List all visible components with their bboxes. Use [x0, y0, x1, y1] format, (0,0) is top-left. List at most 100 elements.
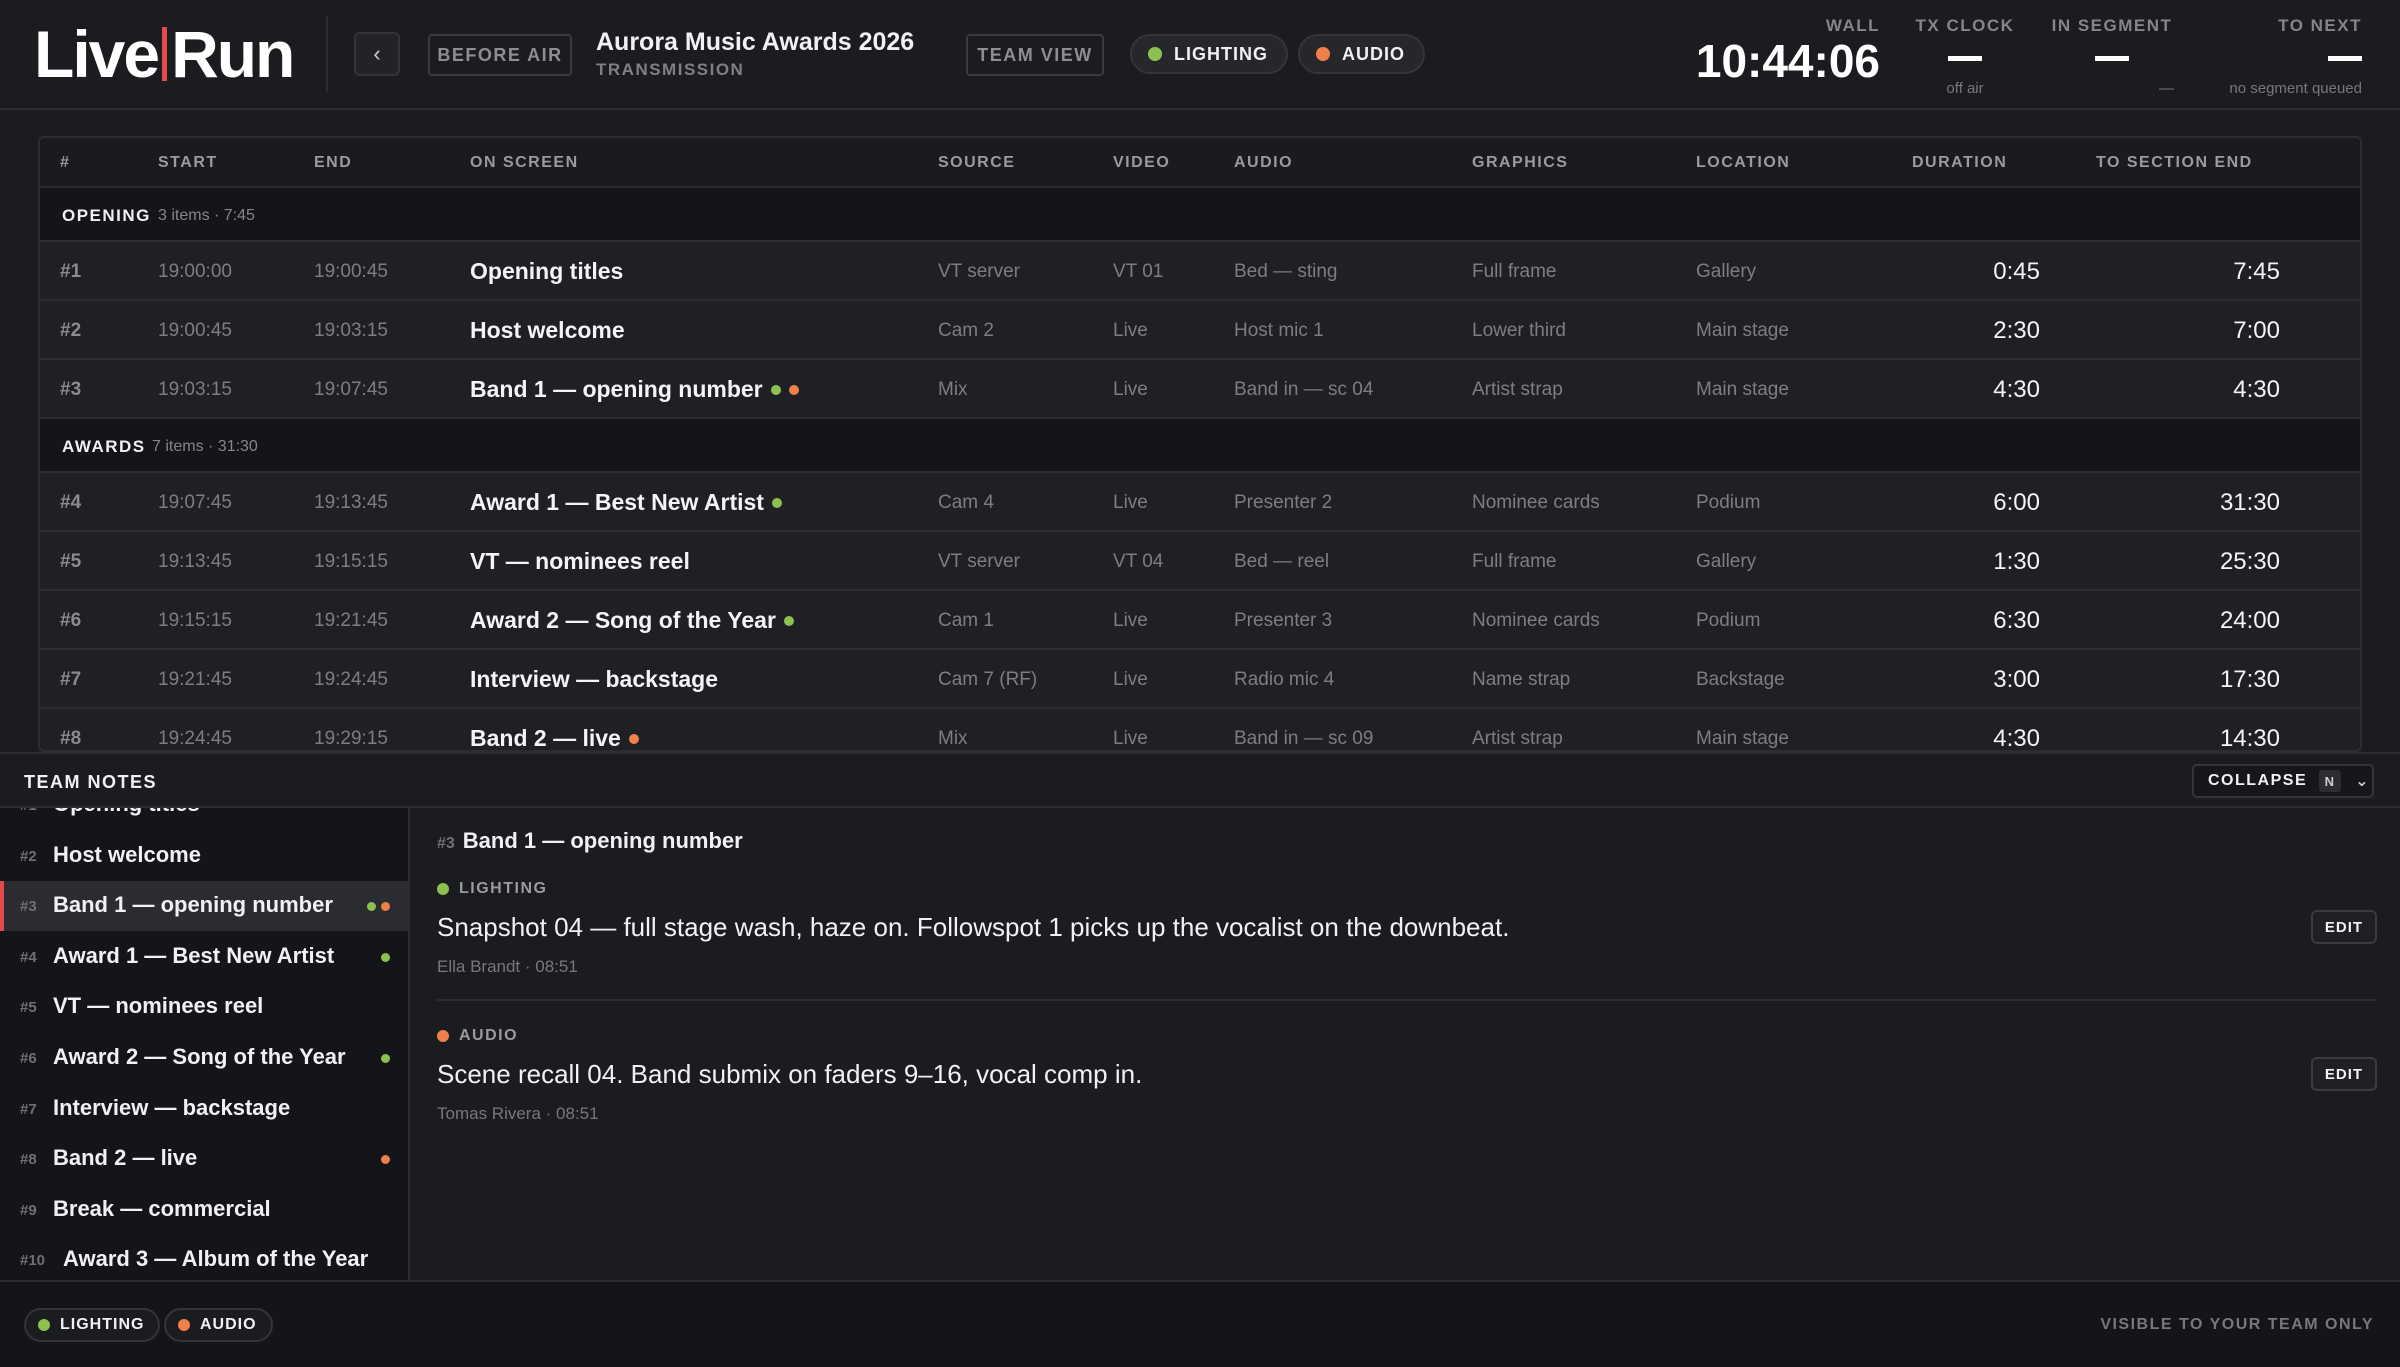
item-video: Live: [1113, 379, 1148, 400]
notes-list-item[interactable]: #2 Host welcome: [0, 831, 408, 881]
item-to-section-end: 25:30: [2219, 548, 2280, 575]
item-title: Band 2 — live: [470, 725, 639, 750]
team-notes-bar: TEAM NOTES COLLAPSE N ⌄: [0, 752, 2400, 808]
column-header-video[interactable]: VIDEO: [1113, 154, 1170, 172]
note-indicator-icon: [628, 733, 639, 744]
item-end: 19:07:45: [314, 379, 388, 400]
item-start: 19:03:15: [158, 379, 232, 400]
item-audio: Band in — sc 09: [1234, 728, 1374, 749]
column-header-end[interactable]: END: [314, 154, 352, 172]
notes-list-item[interactable]: #1 Opening titles: [0, 808, 408, 830]
item-location: Main stage: [1696, 320, 1789, 341]
column-header-to-section-end[interactable]: TO SECTION END: [2096, 154, 2253, 172]
section-header[interactable]: AWARDS 7 items · 31:30: [40, 419, 2360, 473]
item-end: 19:21:45: [314, 610, 388, 631]
item-location: Podium: [1696, 492, 1761, 513]
lighting-dot-icon: [38, 1319, 50, 1331]
column-header-graphics[interactable]: GRAPHICS: [1472, 154, 1568, 172]
table-row[interactable]: #8 19:24:45 19:29:15 Mix Live Band in — sc 09…: [40, 709, 2360, 750]
note-team-label: AUDIO: [437, 1027, 2377, 1045]
chevron-down-icon: ⌄: [2355, 773, 2371, 790]
wall-clock: WALL 10:44:06: [1690, 0, 1880, 84]
team-notes-title: TEAM NOTES: [24, 772, 158, 792]
logo-divider: [162, 27, 168, 81]
item-title: Award 1 — Best New Artist: [470, 489, 782, 516]
note-indicator-icon: [381, 1054, 390, 1063]
item-to-section-end: 31:30: [2219, 489, 2280, 516]
item-duration: 4:30: [1993, 376, 2040, 403]
table-row[interactable]: #3 19:03:15 19:07:45 Mix Live Band in — sc 04…: [40, 360, 2360, 419]
item-to-section-end: 4:30: [2233, 376, 2280, 403]
table-row[interactable]: #6 19:15:15 19:21:45 Cam 1 Live Presenter 3 No…: [40, 591, 2360, 650]
table-row[interactable]: #4 19:07:45 19:13:45 Cam 4 Live Presenter 2 No…: [40, 473, 2360, 532]
item-to-section-end: 17:30: [2219, 666, 2280, 693]
team-pill-audio[interactable]: AUDIO: [1298, 34, 1425, 74]
notes-list-item[interactable]: #8 Band 2 — live: [0, 1134, 408, 1184]
note-author: Tomas Rivera · 08:51: [437, 1104, 599, 1123]
note-indicators: [381, 952, 390, 962]
item-title: VT — nominees reel: [470, 548, 690, 574]
notes-list-item[interactable]: #6 Award 2 — Song of the Year: [0, 1033, 408, 1083]
item-number: #8: [60, 728, 82, 749]
list-item-title: Break — commercial: [53, 1195, 271, 1221]
item-source: Cam 7 (RF): [938, 669, 1038, 690]
list-item-number: #1: [20, 808, 37, 814]
wall-clock-value: 10:44:06: [1695, 35, 1880, 87]
item-end: 19:13:45: [314, 492, 388, 513]
status-button[interactable]: BEFORE AIR: [428, 34, 572, 76]
notes-list-item[interactable]: #3 Band 1 — opening number: [0, 881, 408, 932]
item-start: 19:07:45: [158, 492, 232, 513]
notes-item-list[interactable]: #1 Opening titles #2 Host welcome #3 Band 1 —…: [0, 808, 410, 1280]
list-item-number: #8: [20, 1151, 37, 1169]
column-header-source[interactable]: SOURCE: [938, 154, 1015, 172]
section-header[interactable]: OPENING 3 items · 7:45: [40, 188, 2360, 242]
team-view-button[interactable]: TEAM VIEW: [966, 34, 1104, 76]
lighting-dot-icon: [437, 883, 449, 895]
table-row[interactable]: #5 19:13:45 19:15:15 VT server VT 04 Bed — re…: [40, 532, 2360, 591]
table-row[interactable]: #1 19:00:00 19:00:45 VT server VT 01 Bed — st…: [40, 242, 2360, 301]
notes-list-item[interactable]: #5 VT — nominees reel: [0, 982, 408, 1032]
notes-list-item[interactable]: #10 Award 3 — Album of the Year: [0, 1235, 408, 1280]
item-source: Cam 1: [938, 610, 994, 631]
section-meta: 7 items · 31:30: [152, 438, 258, 455]
filter-pill-audio[interactable]: AUDIO: [164, 1308, 273, 1342]
table-row[interactable]: #7 19:21:45 19:24:45 Cam 7 (RF) Live Radio mi…: [40, 650, 2360, 709]
item-video: VT 01: [1113, 261, 1164, 282]
notes-list-item[interactable]: #7 Interview — backstage: [0, 1084, 408, 1134]
item-graphics: Full frame: [1472, 261, 1557, 282]
item-graphics: Artist strap: [1472, 379, 1563, 400]
back-button[interactable]: ‹: [354, 32, 400, 76]
item-video: Live: [1113, 610, 1148, 631]
next-clock: TO NEXT no segment queued: [2229, 16, 2362, 97]
filter-pill-lighting[interactable]: LIGHTING: [24, 1308, 161, 1342]
edit-note-button[interactable]: EDIT: [2311, 910, 2377, 944]
edit-note-button[interactable]: EDIT: [2311, 1057, 2377, 1091]
note-indicator-icon: [367, 902, 376, 912]
table-row[interactable]: #2 19:00:45 19:03:15 Cam 2 Live Host mic 1 Low…: [40, 301, 2360, 360]
notes-list-item[interactable]: #9 Break — commercial: [0, 1185, 408, 1235]
item-audio: Band in — sc 04: [1234, 379, 1374, 400]
notes-list-item[interactable]: #4 Award 1 — Best New Artist: [0, 932, 408, 982]
item-graphics: Nominee cards: [1472, 610, 1600, 631]
team-pill-lighting[interactable]: LIGHTING: [1130, 34, 1288, 74]
item-graphics: Nominee cards: [1472, 492, 1600, 513]
show-subtitle: TRANSMISSION: [596, 60, 745, 79]
item-location: Main stage: [1696, 379, 1789, 400]
item-number: #4: [60, 492, 82, 513]
column-header-duration[interactable]: DURATION: [1912, 154, 2007, 172]
tx-clock: TX CLOCK off air: [1915, 16, 2015, 97]
collapse-button[interactable]: COLLAPSE N ⌄: [2192, 764, 2374, 798]
column-header-audio[interactable]: AUDIO: [1234, 154, 1293, 172]
item-start: 19:00:45: [158, 320, 232, 341]
lighting-dot-icon: [1148, 47, 1162, 61]
column-header-on-screen[interactable]: ON SCREEN: [470, 154, 579, 172]
column-header-start[interactable]: START: [158, 154, 218, 172]
item-number: #7: [60, 669, 82, 690]
list-item-number: #6: [20, 1050, 37, 1067]
list-item-title: Award 1 — Best New Artist: [53, 942, 335, 968]
item-duration: 1:30: [1993, 548, 2040, 575]
column-header-location[interactable]: LOCATION: [1696, 154, 1790, 172]
chevron-left-icon: ‹: [373, 41, 381, 66]
section-name: AWARDS: [62, 437, 146, 456]
column-header-num[interactable]: #: [60, 154, 70, 172]
